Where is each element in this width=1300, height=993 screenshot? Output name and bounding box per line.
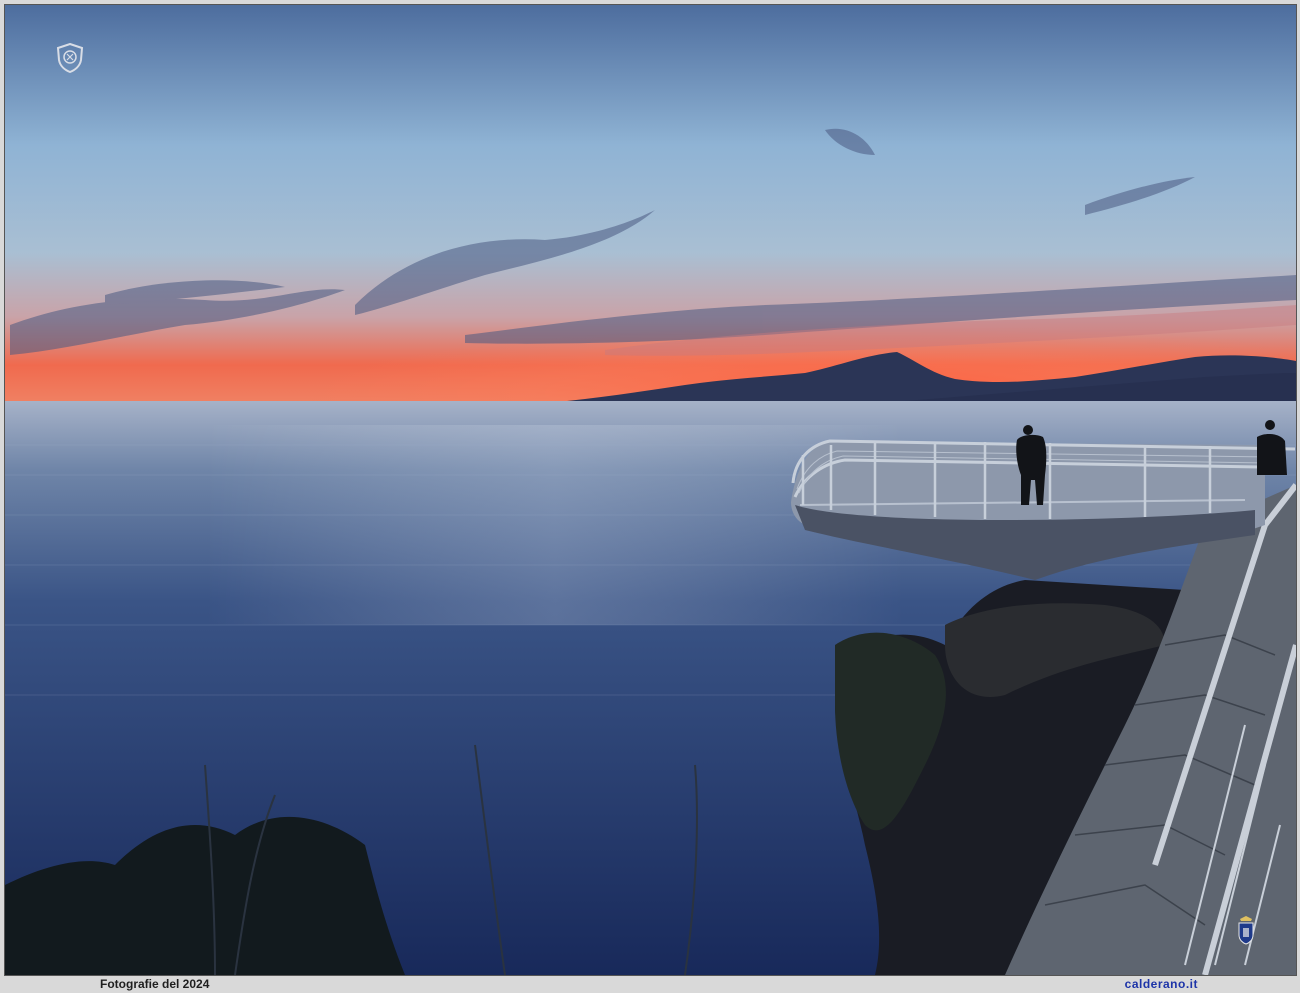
image-frame: Fotografie del 2024 calderano.it [0, 0, 1300, 993]
footer-bar: Fotografie del 2024 calderano.it [0, 976, 1300, 993]
photo [4, 4, 1297, 976]
footer-caption: Fotografie del 2024 [100, 977, 210, 991]
shield-logo-icon [56, 43, 84, 73]
site-name: calderano.it [1124, 977, 1198, 991]
crest-icon [1238, 916, 1254, 945]
sunset-photo [5, 5, 1296, 975]
